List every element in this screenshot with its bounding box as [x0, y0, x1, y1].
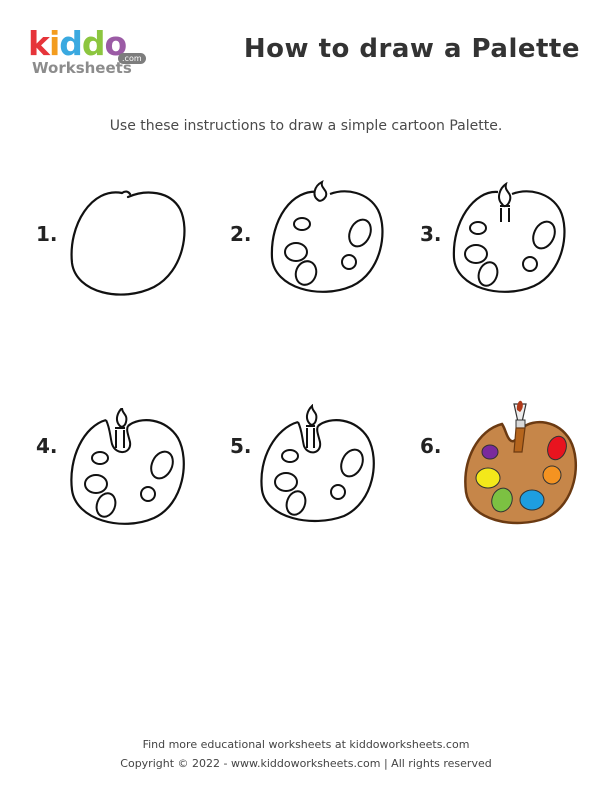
step-number-3: 3.	[420, 222, 442, 246]
step-4-drawing	[70, 408, 185, 525]
step-5-drawing	[260, 404, 375, 523]
step-1-drawing	[70, 190, 186, 296]
step-3-drawing	[452, 182, 566, 293]
footer-copyright: Copyright © 2022 - www.kiddoworksheets.c…	[120, 757, 492, 770]
logo-wordmark: kiddo	[28, 24, 127, 63]
step-number-6: 6.	[420, 434, 442, 458]
step-number-5: 5.	[230, 434, 252, 458]
footer-promo: Find more educational worksheets at kidd…	[142, 738, 470, 751]
step-number-4: 4.	[36, 434, 58, 458]
step-number-1: 1.	[36, 222, 58, 246]
logo-subtitle: Worksheets	[32, 59, 132, 77]
step-number-2: 2.	[230, 222, 252, 246]
step-2-drawing	[270, 180, 384, 293]
site-logo: kiddo Worksheets .com	[28, 26, 158, 76]
page-title: How to draw a Palette	[243, 34, 580, 64]
step-6-drawing	[464, 400, 577, 525]
logo-tld: .com	[118, 53, 146, 64]
instructions-text: Use these instructions to draw a simple …	[109, 118, 503, 134]
